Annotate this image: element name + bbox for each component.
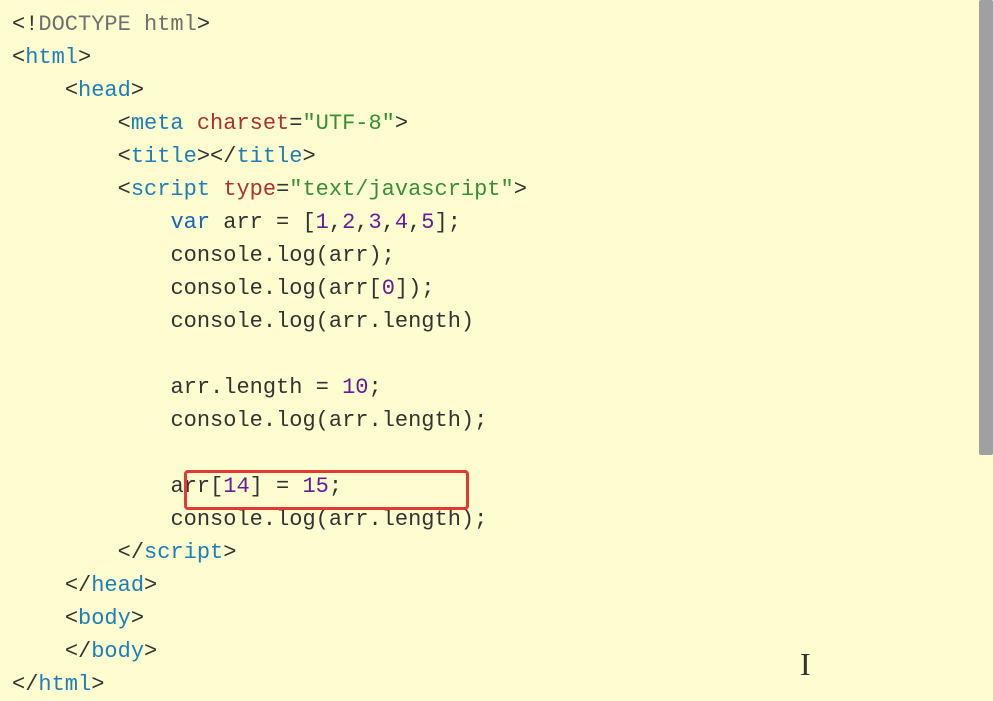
code-line: arr[14] = 15; <box>12 470 981 503</box>
text-cursor-icon: I <box>800 640 811 688</box>
code-line: <html> <box>12 41 981 74</box>
code-line: console.log(arr[0]); <box>12 272 981 305</box>
vertical-scrollbar[interactable] <box>979 0 993 455</box>
code-line: console.log(arr.length); <box>12 404 981 437</box>
code-line: <script type="text/javascript"> <box>12 173 981 206</box>
code-line: </body> <box>12 635 981 668</box>
code-line: </html> <box>12 668 981 701</box>
code-editor[interactable]: <!DOCTYPE html> <html> <head> <meta char… <box>12 8 981 701</box>
code-line: <body> <box>12 602 981 635</box>
code-line <box>12 437 981 470</box>
code-line: console.log(arr.length); <box>12 503 981 536</box>
code-line: console.log(arr); <box>12 239 981 272</box>
code-line: var arr = [1,2,3,4,5]; <box>12 206 981 239</box>
code-line: <!DOCTYPE html> <box>12 8 981 41</box>
code-line: </head> <box>12 569 981 602</box>
code-line: <title></title> <box>12 140 981 173</box>
code-line <box>12 338 981 371</box>
code-line: arr.length = 10; <box>12 371 981 404</box>
code-line: </script> <box>12 536 981 569</box>
code-line: <meta charset="UTF-8"> <box>12 107 981 140</box>
code-line: <head> <box>12 74 981 107</box>
code-line: console.log(arr.length) <box>12 305 981 338</box>
